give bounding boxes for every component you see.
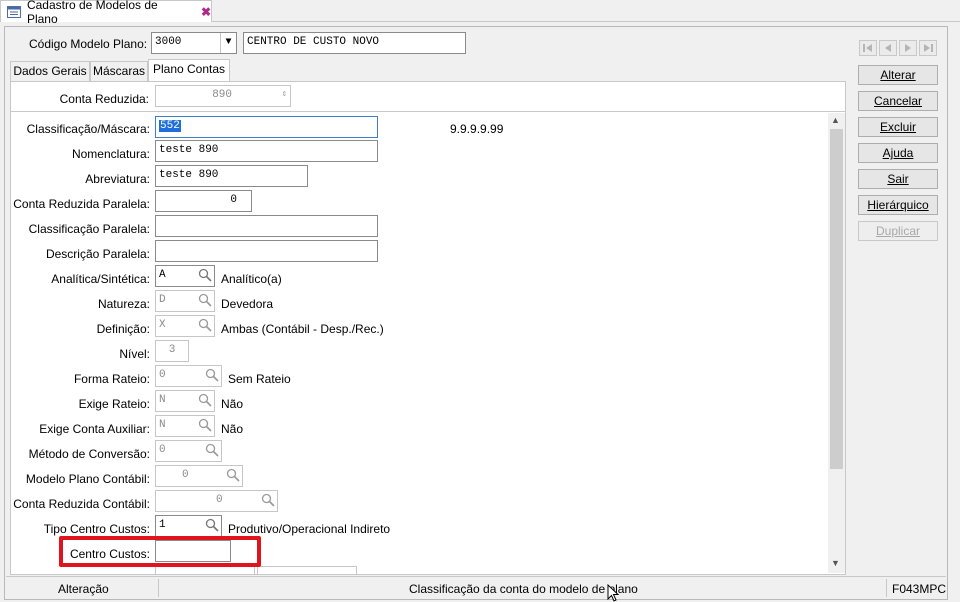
search-icon[interactable]	[198, 393, 212, 407]
first-record-icon[interactable]	[859, 40, 877, 56]
next-row-field	[155, 566, 255, 574]
close-icon[interactable]: ✖	[201, 5, 211, 19]
definicao-lookup[interactable]: X	[155, 315, 215, 337]
nivel-field: 3	[155, 340, 189, 362]
search-icon[interactable]	[205, 443, 219, 457]
form-icon	[7, 5, 21, 18]
excluir-button[interactable]: Excluir	[858, 117, 938, 137]
forma-rateio-lookup[interactable]: 0	[155, 365, 222, 387]
search-icon[interactable]	[205, 368, 219, 382]
status-screen-code: F043MPC	[892, 582, 947, 596]
tab-dados-gerais[interactable]: Dados Gerais	[10, 61, 90, 81]
annotation-highlight-box	[59, 536, 261, 567]
analitica-label: Analítica/Sintética:	[51, 272, 150, 286]
forma-rateio-label: Forma Rateio:	[73, 372, 150, 386]
conta-paralela-label: Conta Reduzida Paralela:	[13, 197, 150, 211]
modelo-plano-contabil-label: Modelo Plano Contábil:	[25, 472, 150, 486]
exige-rateio-label: Exige Rateio:	[78, 397, 150, 411]
exige-conta-aux-desc: Não	[221, 422, 244, 436]
definicao-label: Definição:	[96, 322, 150, 336]
forma-rateio-desc: Sem Rateio	[228, 372, 291, 386]
natureza-label: Natureza:	[97, 297, 150, 311]
codigo-select[interactable]: 3000 ▼	[151, 32, 237, 54]
alterar-button[interactable]: Alterar	[858, 65, 938, 85]
exige-rateio-lookup[interactable]: N	[155, 390, 215, 412]
descricao-field[interactable]: CENTRO DE CUSTO NOVO	[243, 32, 466, 54]
mouse-cursor-icon	[607, 584, 619, 602]
definicao-desc: Ambas (Contábil - Desp./Rec.)	[221, 322, 384, 336]
scrollbar-thumb[interactable]	[830, 129, 843, 469]
conta-reduzida-contabil-label: Conta Reduzida Contábil:	[13, 497, 150, 511]
descricao-paralela-field[interactable]	[155, 240, 378, 262]
tipo-centro-custos-lookup[interactable]: 1	[155, 515, 222, 537]
search-icon[interactable]	[198, 418, 212, 432]
conta-reduzida-contabil-lookup[interactable]: 0	[155, 490, 278, 512]
nomenclatura-label: Nomenclatura:	[71, 147, 150, 161]
tipo-centro-custos-desc: Produtivo/Operacional Indireto	[228, 522, 391, 536]
classificacao-label: Classificação/Máscara:	[26, 122, 150, 136]
exige-conta-aux-lookup[interactable]: N	[155, 415, 215, 437]
cancelar-button[interactable]: Cancelar	[858, 91, 938, 111]
metodo-conversao-label: Método de Conversão:	[28, 447, 150, 461]
abreviatura-field[interactable]: teste 890	[155, 165, 308, 187]
search-icon[interactable]	[198, 268, 212, 282]
last-record-icon[interactable]	[919, 40, 937, 56]
duplicar-button[interactable]: Duplicar	[858, 221, 938, 241]
natureza-lookup[interactable]: D	[155, 290, 215, 312]
search-icon[interactable]	[261, 493, 275, 507]
nomenclatura-field[interactable]: teste 890	[155, 140, 378, 162]
scroll-up-icon[interactable]: ▲	[831, 115, 840, 125]
search-icon[interactable]	[205, 518, 219, 532]
nivel-label: Nível:	[119, 347, 150, 361]
sair-button[interactable]: Sair	[858, 169, 938, 189]
document-tab-title: Cadastro de Modelos de Plano	[26, 0, 158, 26]
chevron-down-icon[interactable]: ▼	[220, 33, 236, 53]
modelo-plano-contabil-lookup[interactable]: 0	[155, 465, 243, 487]
next-row-field	[257, 566, 357, 574]
next-record-icon[interactable]	[899, 40, 917, 56]
exige-rateio-desc: Não	[221, 397, 244, 411]
classificacao-paralela-field[interactable]	[155, 215, 378, 237]
abreviatura-label: Abreviatura:	[85, 172, 150, 186]
conta-paralela-field[interactable]: 0	[155, 190, 252, 212]
panel-divider	[11, 111, 845, 112]
descricao-paralela-label: Descrição Paralela:	[45, 247, 150, 261]
ajuda-button[interactable]: Ajuda	[858, 143, 938, 163]
metodo-conversao-lookup[interactable]: 0	[155, 440, 222, 462]
search-icon[interactable]	[198, 293, 212, 307]
analitica-desc: Analítico(a)	[221, 272, 282, 286]
status-hint: Classificação da conta do modelo de plan…	[409, 582, 638, 596]
status-mode: Alteração	[58, 582, 109, 596]
classificacao-mask: 9.9.9.9.99	[450, 122, 504, 136]
search-icon[interactable]	[226, 468, 240, 482]
status-bar: Alteração Classificação da conta do mode…	[6, 576, 946, 598]
document-tab[interactable]: Cadastro de Modelos de Plano ✖	[0, 0, 212, 26]
tipo-centro-custos-label: Tipo Centro Custos:	[43, 522, 150, 536]
codigo-label: Código Modelo Plano:	[29, 37, 148, 51]
classificacao-field[interactable]: 552	[155, 116, 378, 138]
spinner-icon: ⇕	[281, 89, 287, 99]
previous-record-icon[interactable]	[879, 40, 897, 56]
conta-reduzida-field: 890 ⇕	[155, 85, 291, 107]
search-icon[interactable]	[198, 318, 212, 332]
hierarquico-button[interactable]: Hierárquico	[858, 195, 938, 215]
tab-plano-contas[interactable]: Plano Contas	[148, 59, 230, 81]
analitica-lookup[interactable]: A	[155, 265, 215, 287]
conta-reduzida-label: Conta Reduzida:	[59, 92, 149, 106]
natureza-desc: Devedora	[221, 297, 274, 311]
classificacao-paralela-label: Classificação Paralela:	[28, 222, 150, 236]
scroll-down-icon[interactable]: ▼	[831, 558, 840, 568]
exige-conta-aux-label: Exige Conta Auxiliar:	[39, 422, 150, 436]
tab-mascaras[interactable]: Máscaras	[90, 61, 148, 81]
